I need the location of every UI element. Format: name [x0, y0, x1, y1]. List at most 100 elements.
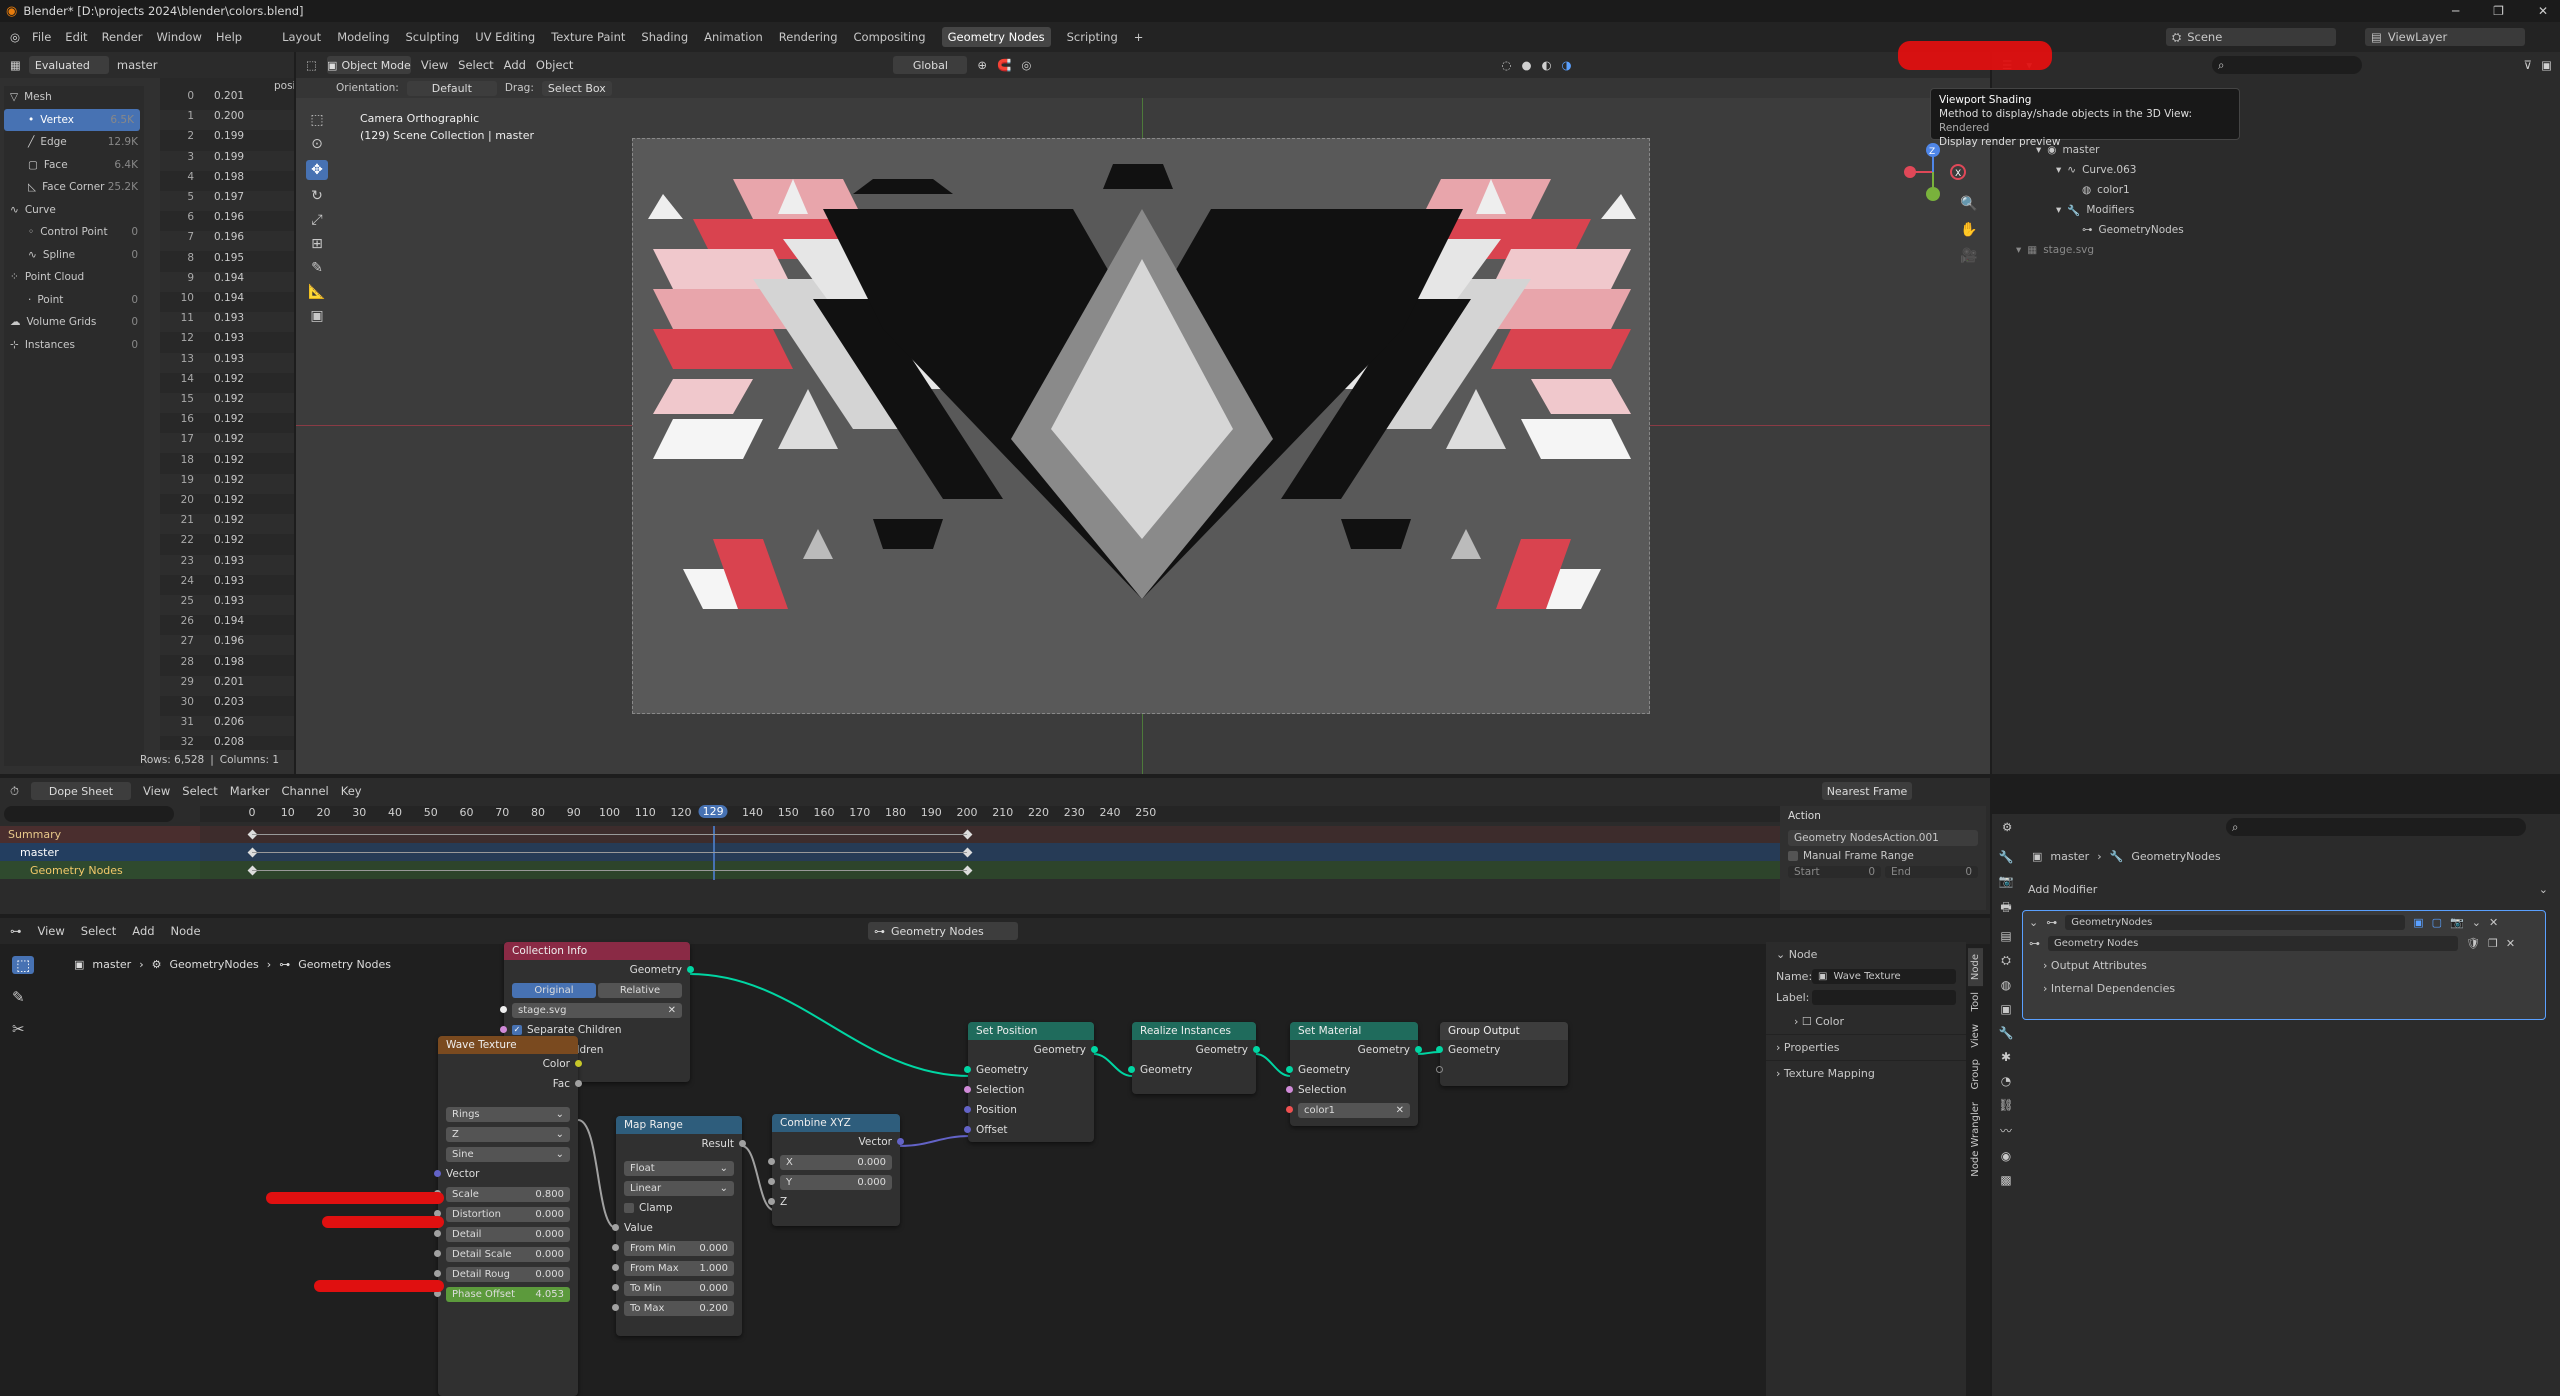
keyframe-area[interactable]	[200, 826, 1780, 880]
node-header[interactable]: Set Material	[1290, 1022, 1418, 1040]
duplicate-icon[interactable]: ❐	[2488, 937, 2498, 950]
menu-view[interactable]: View	[143, 784, 170, 798]
editor-type-icon[interactable]: ⬚	[306, 58, 317, 72]
geometry-output-socket[interactable]	[687, 966, 694, 973]
node-name-field[interactable]: ▣ Wave Texture	[1812, 969, 1956, 984]
zoom-icon[interactable]: 🔍	[1960, 196, 1977, 212]
editmode-toggle-icon[interactable]: ▣	[2413, 916, 2423, 929]
x-field[interactable]: X 0.000	[780, 1154, 892, 1170]
tab-geometry-nodes[interactable]: Geometry Nodes	[941, 27, 1051, 47]
select-box-tool-icon[interactable]: ⬚	[310, 112, 323, 128]
dataset-item[interactable]: ▢ Face 6.4K	[4, 154, 144, 177]
wave-direction-dropdown[interactable]: Z ⌄	[446, 1126, 570, 1142]
texture-mapping-panel[interactable]: › Texture Mapping	[1766, 1060, 1966, 1086]
filter-icon[interactable]: ⊽	[2524, 58, 2532, 72]
collapse-icon[interactable]: ⌄	[2029, 916, 2038, 929]
node-header[interactable]: Group Output	[1440, 1022, 1568, 1040]
node-editor[interactable]: ⊶ View Select Add Node ⊶ Geometry Nodes ▣…	[0, 918, 1990, 1396]
evaluation-mode-dropdown[interactable]: Evaluated	[28, 56, 109, 74]
channel-master[interactable]: master	[0, 843, 200, 861]
node-map-range[interactable]: Map Range Result Float ⌄ Linear ⌄ Clamp Va…	[612, 1116, 746, 1336]
viewport-3d[interactable]: ⬚ ▣ Object Mode View Select Add Object Gl…	[296, 52, 1990, 774]
node-wave-texture[interactable]: Wave Texture Color Fac Rings ⌄ Z ⌄ Sine ⌄ V…	[434, 1036, 582, 1396]
number-field[interactable]: To Max 0.200	[624, 1300, 734, 1316]
shading-rendered-icon[interactable]: ◑	[1562, 58, 1572, 72]
dataset-item[interactable]: ◺ Face Corner 25.2K	[4, 176, 144, 199]
outliner-item[interactable]: ⊶ GeometryNodes	[1992, 220, 2560, 240]
mode-dropdown[interactable]: ▣ Object Mode	[326, 56, 411, 74]
tab-tool[interactable]: Tool	[1968, 986, 1983, 1017]
camera-icon[interactable]: 🎥	[1960, 248, 1977, 264]
dataset-item[interactable]: ∿ Curve	[4, 199, 144, 222]
maximize-button[interactable]: ❐	[2493, 0, 2504, 22]
transform-tool-icon[interactable]: ⊞	[311, 236, 323, 252]
menu-edit[interactable]: Edit	[65, 30, 87, 44]
node-label-field[interactable]	[1812, 990, 1956, 1005]
dataset-item[interactable]: ▽ Mesh	[4, 86, 144, 109]
output-tab-icon[interactable]: 🖶	[2000, 898, 2011, 919]
node-group-field[interactable]: Geometry Nodes	[2048, 936, 2458, 951]
tab-uv-editing[interactable]: UV Editing	[475, 30, 535, 44]
number-field[interactable]: Detail Scale 0.000	[446, 1246, 570, 1262]
node-group-output[interactable]: Group Output Geometry	[1436, 1022, 1568, 1086]
start-frame-field[interactable]: Start 0	[1788, 866, 1881, 878]
tab-shading[interactable]: Shading	[641, 30, 688, 44]
channel-geometry-nodes[interactable]: Geometry Nodes	[0, 861, 200, 879]
proportional-edit-icon[interactable]: ◎	[1021, 58, 1031, 72]
tab-scripting[interactable]: Scripting	[1067, 30, 1118, 44]
material-field[interactable]: color1 ✕	[1298, 1102, 1410, 1118]
current-frame-indicator[interactable]: 129	[698, 805, 728, 818]
timeline-ruler[interactable]: 0 10 20 30 40 50 60 70 80 90 100 110 120 129 140 150 160…	[200, 805, 1780, 822]
node-realize-instances[interactable]: Realize Instances Geometry Geometry	[1128, 1022, 1260, 1094]
scale-tool-icon[interactable]: ⤢	[311, 212, 322, 228]
dataset-item[interactable]: ⊹ Instances 0	[4, 334, 144, 357]
node-header[interactable]: Wave Texture	[438, 1036, 578, 1054]
number-field[interactable]: From Max 1.000	[624, 1260, 734, 1276]
render-toggle-icon[interactable]: 📷	[2450, 916, 2464, 929]
add-workspace-icon[interactable]: +	[1134, 30, 1144, 44]
tab-rendering[interactable]: Rendering	[779, 30, 838, 44]
color-subpanel[interactable]: › ☐ Color	[1766, 1009, 1966, 1034]
menu-object[interactable]: Object	[536, 58, 573, 72]
outliner-item[interactable]: ▾ ∿ Curve.063	[1992, 160, 2560, 180]
number-field[interactable]: Detail 0.000	[446, 1226, 570, 1242]
outliner-search-input[interactable]: ⌕	[2212, 56, 2362, 74]
outliner-item[interactable]: ▾ ▦ stage.svg	[1992, 240, 2560, 260]
clamp-checkbox[interactable]	[624, 1203, 634, 1213]
number-field[interactable]: From Min 0.000	[624, 1240, 734, 1256]
modifier-tab-icon[interactable]: 🔧	[1999, 1026, 2014, 1040]
editor-type-icon[interactable]: ⚙	[2002, 820, 2012, 834]
modifier-menu-icon[interactable]: ⌄	[2472, 916, 2481, 929]
wave-type-dropdown[interactable]: Rings ⌄	[446, 1106, 570, 1122]
view-layer-selector[interactable]: ▤ ViewLayer	[2365, 28, 2525, 46]
menu-select[interactable]: Select	[458, 58, 493, 72]
node-header[interactable]: Set Position	[968, 1022, 1094, 1040]
disclosure-icon[interactable]: ▾	[2056, 164, 2061, 176]
render-tab-icon[interactable]: 📷	[1999, 874, 2014, 888]
outliner-item[interactable]: ◍ color1	[1992, 180, 2560, 200]
tab-node-wrangler[interactable]: Node Wrangler	[1968, 1096, 1983, 1183]
pan-hand-icon[interactable]: ✋	[1960, 222, 1977, 238]
number-field[interactable]: Distortion 0.000	[446, 1206, 570, 1222]
modifier-name-field[interactable]: GeometryNodes	[2065, 915, 2406, 930]
menu-file[interactable]: File	[32, 30, 51, 44]
transform-orientation-dropdown[interactable]: Global	[893, 56, 968, 74]
number-field[interactable]: To Min 0.000	[624, 1280, 734, 1296]
tab-texture-paint[interactable]: Texture Paint	[551, 30, 625, 44]
pivot-icon[interactable]: ⊕	[977, 58, 987, 72]
dataset-item[interactable]: ∿ Spline 0	[4, 244, 144, 267]
menu-help[interactable]: Help	[216, 30, 242, 44]
menu-render[interactable]: Render	[102, 30, 143, 44]
tab-layout[interactable]: Layout	[282, 30, 321, 44]
collection-field[interactable]: stage.svg ✕	[512, 1002, 682, 1018]
shading-solid-icon[interactable]: ●	[1521, 58, 1531, 72]
dataset-item[interactable]: ☁ Volume Grids 0	[4, 311, 144, 334]
remove-modifier-icon[interactable]: ✕	[2489, 916, 2498, 929]
shading-wireframe-icon[interactable]: ◌	[1501, 58, 1511, 72]
add-modifier-dropdown[interactable]: Add Modifier ⌄	[2022, 880, 2552, 898]
add-cube-tool-icon[interactable]: ▣	[310, 308, 323, 324]
measure-tool-icon[interactable]: 📐	[308, 284, 325, 300]
scene-selector[interactable]: ⛭ Scene	[2166, 28, 2336, 46]
shading-material-icon[interactable]: ◐	[1542, 58, 1552, 72]
constraints-tab-icon[interactable]: ⛓	[1998, 1098, 2013, 1112]
